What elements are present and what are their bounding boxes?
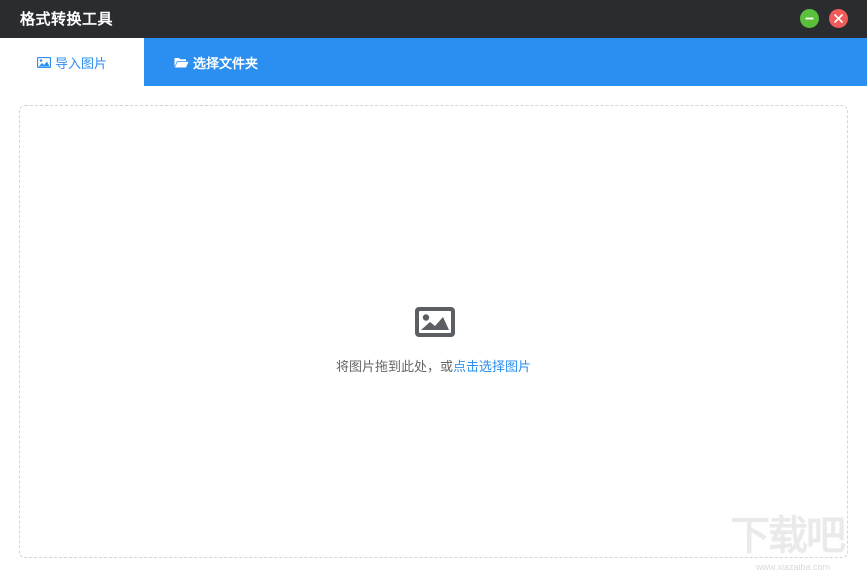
close-button[interactable]: [829, 9, 848, 28]
tab-select-folder[interactable]: 选择文件夹: [144, 38, 288, 86]
tab-bar: 导入图片 选择文件夹: [0, 38, 867, 86]
tab-import-image[interactable]: 导入图片: [0, 38, 144, 86]
close-icon: [834, 14, 843, 23]
tab-label: 选择文件夹: [192, 56, 258, 72]
select-image-link[interactable]: 点击选择图片: [453, 360, 531, 375]
minimize-button[interactable]: [800, 9, 819, 28]
app-title: 格式转换工具: [20, 10, 114, 28]
image-icon: [36, 56, 51, 68]
drop-hint-text: 将图片拖到此处，或: [335, 360, 453, 375]
watermark-url: www.xiazaiba.com: [756, 562, 831, 572]
minimize-icon: [805, 17, 814, 20]
drop-hint: 将图片拖到此处，或点击选择图片: [20, 356, 847, 375]
tab-label: 导入图片: [54, 56, 107, 72]
folder-open-icon: [174, 57, 189, 68]
title-bar: 格式转换工具: [0, 0, 867, 38]
image-icon: [415, 307, 455, 337]
image-drop-zone[interactable]: 将图片拖到此处，或点击选择图片: [19, 105, 848, 558]
